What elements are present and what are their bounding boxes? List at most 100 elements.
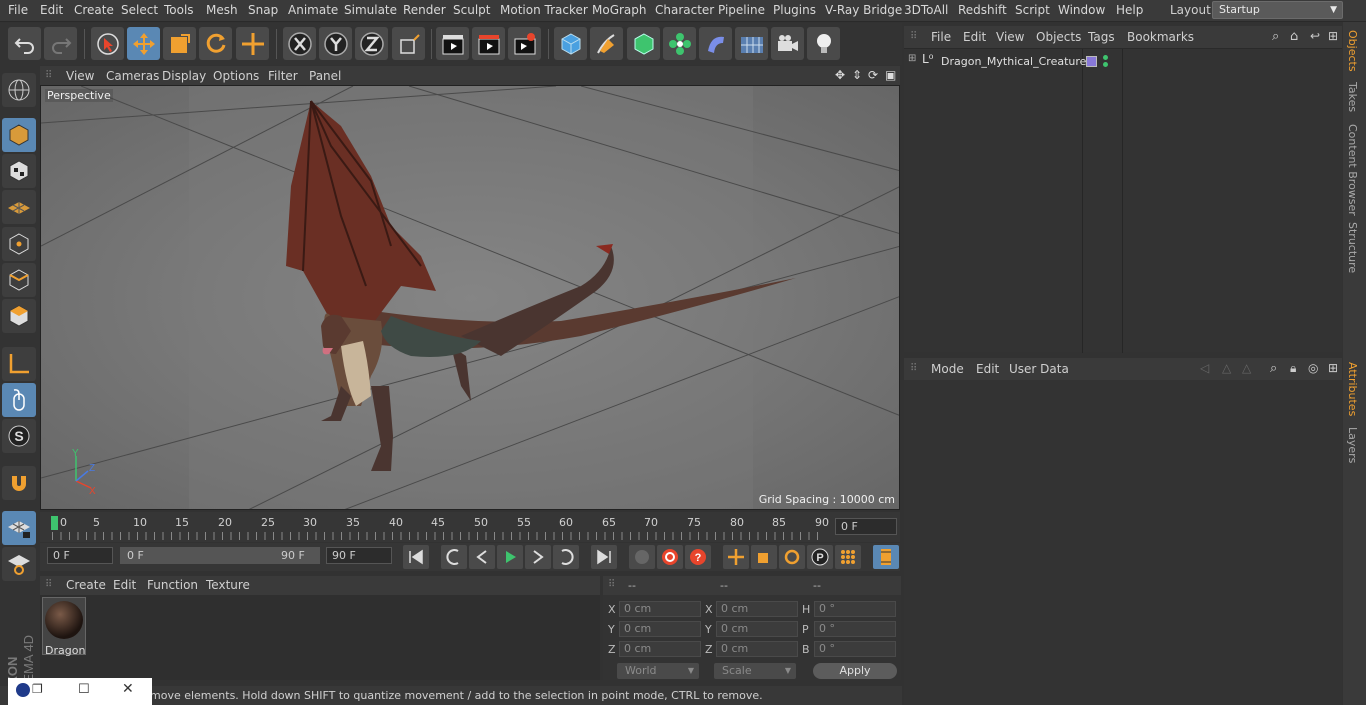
x-axis-lock-button[interactable]	[283, 27, 316, 60]
tab-layers[interactable]: Layers	[1346, 427, 1359, 463]
current-frame-field[interactable]: 0 F	[835, 518, 897, 535]
undo-button[interactable]	[8, 27, 41, 60]
recent-tool-button[interactable]	[236, 27, 269, 60]
key-parameter-button[interactable]: P	[807, 545, 833, 569]
key-rotation-button[interactable]	[779, 545, 805, 569]
key-pla-button[interactable]	[835, 545, 861, 569]
lock-icon[interactable]: 🔒︎	[1290, 361, 1296, 376]
menu-vray-bridge[interactable]: V-Ray Bridge	[825, 3, 902, 17]
render-picture-viewer-button[interactable]	[472, 27, 505, 60]
object-menu-edit[interactable]: Edit	[963, 30, 986, 44]
back-icon[interactable]: ↩	[1310, 29, 1320, 43]
perspective-viewport[interactable]: Y X Z Perspective Grid Spacing : 10000 c…	[40, 85, 900, 510]
add-spline-button[interactable]	[590, 27, 623, 60]
material-menu-edit[interactable]: Edit	[113, 578, 136, 592]
target-icon[interactable]: ◎	[1308, 361, 1318, 375]
record-keys-button[interactable]	[657, 545, 683, 569]
model-mode-button[interactable]	[2, 118, 36, 152]
home-icon[interactable]: ⌂	[1290, 29, 1298, 44]
next-frame-button[interactable]	[525, 545, 551, 569]
frame-range-slider[interactable]: 0 F 90 F	[120, 547, 320, 564]
attribute-menu-edit[interactable]: Edit	[976, 362, 999, 376]
coordinate-mode-select[interactable]: World ▼	[617, 663, 699, 679]
layer-color-swatch[interactable]	[1086, 56, 1097, 67]
rotate-view-icon[interactable]: ⟳	[868, 68, 878, 82]
menu-sculpt[interactable]: Sculpt	[453, 3, 490, 17]
timeline-window-button[interactable]	[873, 545, 899, 569]
z-axis-lock-button[interactable]	[355, 27, 388, 60]
menu-tools[interactable]: Tools	[164, 3, 194, 17]
viewport-menu-cameras[interactable]: Cameras	[106, 69, 159, 83]
previous-frame-button[interactable]	[469, 545, 495, 569]
autokeying-button[interactable]: ?	[685, 545, 711, 569]
tab-takes[interactable]: Takes	[1346, 82, 1359, 112]
live-selection-button[interactable]	[91, 27, 124, 60]
tab-content-browser[interactable]: Content Browser	[1346, 124, 1359, 216]
edges-mode-button[interactable]	[2, 263, 36, 297]
key-scale-button[interactable]	[751, 545, 777, 569]
polygons-mode-button[interactable]	[2, 299, 36, 333]
menu-3dtoall[interactable]: 3DToAll	[904, 3, 948, 17]
workplane-mode-button[interactable]	[2, 190, 36, 224]
material-menu-create[interactable]: Create	[66, 578, 106, 592]
size-y-field[interactable]: 0 cm	[716, 621, 798, 637]
size-z-field[interactable]: 0 cm	[716, 641, 798, 657]
rot-b-field[interactable]: 0 °	[814, 641, 896, 657]
maximize-view-icon[interactable]: ▣	[885, 68, 896, 82]
pos-z-field[interactable]: 0 cm	[619, 641, 701, 657]
menu-create[interactable]: Create	[74, 3, 114, 17]
size-mode-select[interactable]: Scale ▼	[714, 663, 796, 679]
motion-record-button[interactable]	[629, 545, 655, 569]
next-keyframe-button[interactable]	[553, 545, 579, 569]
apply-button[interactable]: Apply	[813, 663, 897, 679]
points-mode-button[interactable]	[2, 227, 36, 261]
rotate-tool-button[interactable]	[199, 27, 232, 60]
menu-plugins[interactable]: Plugins	[773, 3, 816, 17]
menu-render[interactable]: Render	[403, 3, 446, 17]
menu-help[interactable]: Help	[1116, 3, 1143, 17]
scale-tool-button[interactable]	[163, 27, 196, 60]
play-button[interactable]	[497, 545, 523, 569]
tab-attributes[interactable]: Attributes	[1346, 362, 1359, 416]
arrow-up-icon[interactable]: △	[1242, 361, 1251, 375]
tab-structure[interactable]: Structure	[1346, 222, 1359, 273]
pos-x-field[interactable]: 0 cm	[619, 601, 701, 617]
object-menu-objects[interactable]: Objects	[1036, 30, 1081, 44]
restore-icon[interactable]: ❐	[32, 682, 43, 696]
menu-snap[interactable]: Snap	[248, 3, 278, 17]
end-frame-field[interactable]: 90 F	[326, 547, 392, 564]
viewport-menu-panel[interactable]: Panel	[309, 69, 341, 83]
menu-edit[interactable]: Edit	[40, 3, 63, 17]
add-cube-button[interactable]	[554, 27, 587, 60]
attribute-menu-user-data[interactable]: User Data	[1009, 362, 1069, 376]
add-camera-button[interactable]	[771, 27, 804, 60]
dolly-view-icon[interactable]: ⇕	[852, 68, 862, 82]
go-to-start-button[interactable]	[403, 545, 429, 569]
viewport-menu-display[interactable]: Display	[162, 69, 206, 83]
viewport-menu-view[interactable]: View	[66, 69, 94, 83]
attribute-menu-mode[interactable]: Mode	[931, 362, 964, 376]
expand-plus-icon[interactable]: ⊞	[908, 53, 916, 64]
menu-character[interactable]: Character	[655, 3, 714, 17]
editor-visibility-dot[interactable]	[1103, 55, 1108, 60]
axis-mode-button[interactable]	[2, 347, 36, 381]
new-window-icon[interactable]: ⊞	[1328, 361, 1338, 375]
pan-view-icon[interactable]: ✥	[835, 68, 845, 82]
snap-button[interactable]	[2, 466, 36, 500]
arrow-left-icon[interactable]: ◁	[1200, 361, 1209, 375]
go-to-end-button[interactable]	[591, 545, 617, 569]
menu-mesh[interactable]: Mesh	[206, 3, 238, 17]
render-view-button[interactable]	[436, 27, 469, 60]
object-row-dragon[interactable]: ⊞ L⁰ Dragon_Mythical_Creature	[904, 51, 1342, 71]
tweak-mode-button[interactable]	[2, 383, 36, 417]
menu-motion-tracker[interactable]: Motion Tracker	[500, 3, 588, 17]
current-frame-marker[interactable]	[51, 516, 58, 530]
menu-simulate[interactable]: Simulate	[344, 3, 397, 17]
solo-mode-button[interactable]: S	[2, 419, 36, 453]
layout-select[interactable]: Startup ▼	[1212, 1, 1343, 19]
locked-workplane-button[interactable]	[2, 547, 36, 581]
add-deformer-button[interactable]	[699, 27, 732, 60]
close-icon[interactable]: ✕	[122, 681, 134, 697]
object-menu-file[interactable]: File	[931, 30, 951, 44]
start-frame-field[interactable]: 0 F	[47, 547, 113, 564]
